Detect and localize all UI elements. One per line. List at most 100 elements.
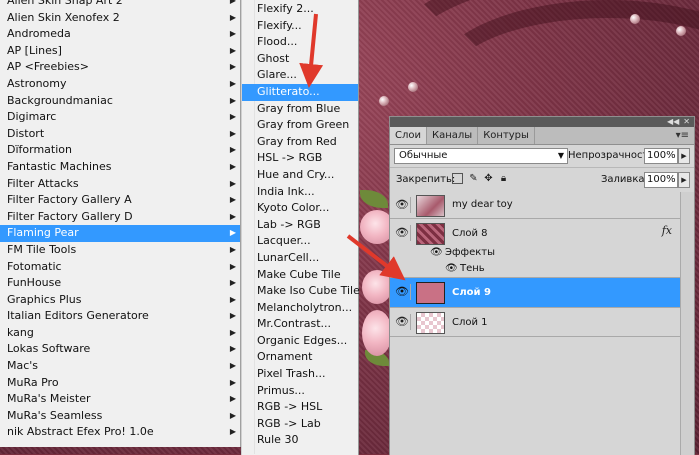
submenu-item[interactable]: HSL -> RGB (242, 150, 358, 167)
submenu-item[interactable]: Ornament (242, 349, 358, 366)
menu-item[interactable]: Fotomatic ▶ (0, 259, 240, 276)
menu-item[interactable]: Flaming Pear ▶ (0, 225, 240, 242)
submenu-item[interactable]: Flexify... (242, 18, 358, 35)
menu-item[interactable]: MuRa's Seamless ▶ (0, 408, 240, 425)
menu-item[interactable]: Alien Skin Snap Art 2 ▶ (0, 0, 240, 10)
submenu-item[interactable]: Lab -> RGB (242, 217, 358, 234)
layer-row[interactable]: 👁︎ Слой 8 fx 👁︎ Эффекты 👁︎ Тень (390, 219, 680, 278)
menu-item-label: Filter Factory Gallery D (7, 209, 133, 223)
submenu-arrow-icon: ▶ (229, 311, 236, 321)
submenu-item[interactable]: Glare... (242, 67, 358, 84)
submenu-item[interactable]: Flood... (242, 34, 358, 51)
submenu-item[interactable]: RGB -> HSL (242, 399, 358, 416)
menu-item[interactable]: Distort ▶ (0, 126, 240, 143)
lock-position-icon[interactable]: ✥ (483, 173, 494, 184)
submenu-item[interactable]: Gray from Blue (242, 101, 358, 118)
menu-item[interactable]: Lokas Software ▶ (0, 341, 240, 358)
submenu-item[interactable]: Hue and Cry... (242, 167, 358, 184)
menu-item[interactable]: Astronomy ▶ (0, 76, 240, 93)
opacity-slider-button[interactable]: ▶ (678, 148, 690, 164)
menu-item[interactable]: Graphics Plus ▶ (0, 292, 240, 309)
menu-item[interactable]: AP [Lines] ▶ (0, 43, 240, 60)
layer-row-selected[interactable]: 👁︎ Слой 9 (390, 278, 680, 308)
effects-eye-icon[interactable]: 👁︎ (430, 247, 443, 258)
tab-channels[interactable]: Каналы (427, 127, 479, 144)
menu-item[interactable]: AP <Freebies> ▶ (0, 59, 240, 76)
shadow-eye-icon[interactable]: 👁︎ (445, 263, 458, 274)
submenu-item[interactable]: Gray from Red (242, 134, 358, 151)
panel-menu-icon[interactable]: ▾≡ (676, 127, 689, 144)
submenu-arrow-icon: ▶ (229, 344, 236, 354)
eye-icon[interactable]: 👁︎ (394, 314, 411, 330)
menu-item[interactable]: FM Tile Tools ▶ (0, 242, 240, 259)
menu-item[interactable]: Filter Attacks ▶ (0, 176, 240, 193)
tab-layers[interactable]: Слои (390, 127, 427, 144)
opacity-input[interactable]: 100% (644, 148, 678, 164)
submenu-item[interactable]: Mr.Contrast... (242, 316, 358, 333)
submenu-item[interactable]: Glitterato... (242, 83, 358, 101)
menu-item[interactable]: Filter Factory Gallery D ▶ (0, 209, 240, 226)
menu-item[interactable]: Italian Editors Generatore ▶ (0, 308, 240, 325)
eye-icon[interactable]: 👁︎ (394, 284, 411, 300)
submenu-item[interactable]: Pixel Trash... (242, 366, 358, 383)
filters-menu: Alien Skin Snap Art 2 ▶ Alien Skin Xenofex… (0, 0, 241, 447)
submenu-item[interactable]: Gray from Green (242, 117, 358, 134)
menu-item-label: Filter Factory Gallery A (7, 193, 132, 207)
menu-item[interactable]: MuRa's Meister ▶ (0, 391, 240, 408)
submenu-arrow-icon: ▶ (229, 327, 236, 337)
canvas-bead (408, 82, 418, 92)
menu-item[interactable]: Fantastic Machines ▶ (0, 159, 240, 176)
submenu-item[interactable]: India Ink... (242, 184, 358, 201)
submenu-item[interactable]: Make Cube Tile (242, 267, 358, 284)
menu-item[interactable]: Alien Skin Xenofex 2 ▶ (0, 10, 240, 27)
submenu-item[interactable]: Lacquer... (242, 233, 358, 250)
fill-slider-button[interactable]: ▶ (678, 172, 690, 188)
submenu-item[interactable]: Flexify 2... (242, 1, 358, 18)
panel-tabs: Слои Каналы Контуры ▾≡ (390, 127, 694, 145)
menu-item-label: Distort (7, 126, 45, 140)
collapse-icon[interactable]: ◀◀ (667, 117, 679, 127)
menu-item[interactable]: Digimarc ▶ (0, 109, 240, 126)
menu-item[interactable]: kang ▶ (0, 325, 240, 342)
submenu-arrow-icon: ▶ (229, 361, 236, 371)
fill-input[interactable]: 100% (644, 172, 678, 188)
menu-item[interactable]: Mac's ▶ (0, 358, 240, 375)
layers-scrollbar[interactable] (680, 192, 694, 455)
menu-item-label: FM Tile Tools (7, 242, 77, 256)
canvas-rose (362, 270, 392, 304)
menu-item[interactable]: nik Abstract Efex Pro! 1.0e ▶ (0, 424, 240, 441)
layer-thumbnail (416, 223, 445, 245)
submenu-item[interactable]: Primus... (242, 383, 358, 400)
menu-item[interactable]: Filter Factory Gallery A ▶ (0, 192, 240, 209)
lock-all-icon[interactable]: 🔒︎ (498, 173, 509, 184)
submenu-arrow-icon: ▶ (229, 95, 236, 105)
menu-item-label: Digimarc (7, 110, 57, 124)
submenu-item[interactable]: LunarCell... (242, 250, 358, 267)
submenu-item[interactable]: RGB -> Lab (242, 416, 358, 433)
submenu-item[interactable]: Rule 30 (242, 432, 358, 449)
menu-item[interactable]: Backgroundmaniac ▶ (0, 93, 240, 110)
lock-row: Закрепить: ✎ ✥ 🔒︎ Заливка: 100% ▶ (390, 168, 694, 193)
close-icon[interactable]: ✕ (683, 117, 690, 127)
menu-item[interactable]: Dïformation ▶ (0, 142, 240, 159)
submenu-item[interactable]: Kyoto Color... (242, 200, 358, 217)
tab-paths[interactable]: Контуры (478, 127, 535, 144)
submenu-item[interactable]: Make Iso Cube Tile (242, 283, 360, 300)
submenu-item[interactable]: Melancholytron... (242, 300, 358, 317)
lock-pixels-icon[interactable]: ✎ (468, 173, 479, 184)
submenu-item[interactable]: Organic Edges... (242, 333, 358, 350)
submenu-arrow-icon: ▶ (229, 78, 236, 88)
eye-icon[interactable]: 👁︎ (394, 225, 411, 241)
lock-transparency-icon[interactable] (452, 173, 463, 184)
layer-row[interactable]: 👁︎ my dear toy (390, 192, 680, 219)
eye-icon[interactable]: 👁︎ (394, 197, 411, 213)
submenu-item[interactable]: Ghost (242, 51, 358, 68)
layer-row[interactable]: 👁︎ Слой 1 (390, 308, 680, 337)
menu-item[interactable]: Andromeda ▶ (0, 26, 240, 43)
blend-mode-select[interactable]: Обычные ▼ (394, 148, 568, 164)
fx-icon[interactable]: fx (662, 224, 672, 237)
canvas-bead (676, 26, 686, 36)
menu-item[interactable]: FunHouse ▶ (0, 275, 240, 292)
menu-item-label: Andromeda (7, 27, 71, 41)
menu-item[interactable]: MuRa Pro ▶ (0, 375, 240, 392)
